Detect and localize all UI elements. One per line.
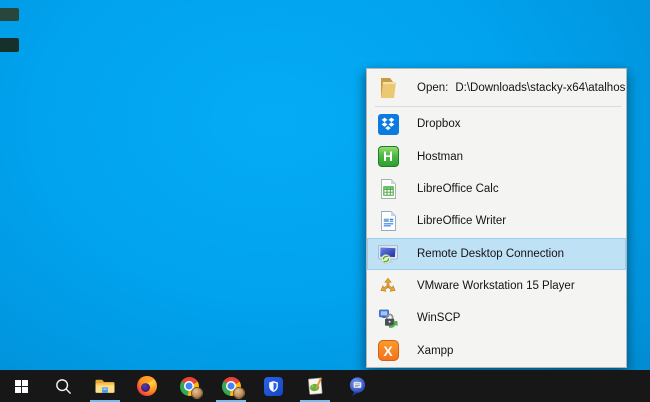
taskbar-chat-balloon-button[interactable]	[336, 370, 378, 402]
windows-start-icon	[13, 378, 30, 395]
taskbar-chrome-button-2[interactable]	[210, 370, 252, 402]
open-path: D:\Downloads\stacky-x64\atalhos	[455, 81, 626, 94]
open-label: Open:	[417, 81, 449, 94]
libreoffice-calc-icon	[376, 176, 400, 202]
menu-item-label: WinSCP	[417, 312, 461, 325]
taskbar-file-explorer-button[interactable]	[84, 370, 126, 402]
libreoffice-writer-icon	[376, 208, 400, 234]
search-icon	[54, 377, 73, 396]
remote-desktop-icon	[376, 241, 400, 267]
menu-item-label: LibreOffice Writer	[417, 215, 507, 228]
menu-item-label: VMware Workstation 15 Player	[417, 280, 575, 293]
menu-items: Dropbox H Hostman LibreOffice Calc Libre…	[367, 108, 626, 367]
taskbar-firefox-button[interactable]	[126, 370, 168, 402]
taskbar-start-button[interactable]	[0, 370, 42, 402]
chrome-profile-avatar	[191, 387, 203, 399]
menu-item-label: LibreOffice Calc	[417, 182, 499, 195]
menu-item-open-folder[interactable]: Open: D:\Downloads\stacky-x64\atalhos	[367, 69, 626, 106]
desktop: Open: D:\Downloads\stacky-x64\atalhos Dr…	[0, 0, 650, 402]
firefox-icon	[137, 376, 157, 396]
xampp-icon: X	[376, 338, 400, 364]
chat-balloon-icon	[347, 376, 368, 397]
desktop-icon-partial[interactable]	[0, 38, 19, 52]
taskbar-chrome-button-1[interactable]	[168, 370, 210, 402]
chrome-profile-avatar	[233, 387, 245, 399]
desktop-icon-partial[interactable]	[0, 8, 19, 21]
menu-item-label: Xampp	[417, 344, 454, 357]
taskbar-notepad-plus-plus-button[interactable]	[294, 370, 336, 402]
menu-item-libreoffice-writer[interactable]: LibreOffice Writer	[367, 205, 626, 237]
taskbar-bitwarden-button[interactable]	[252, 370, 294, 402]
open-folder-icon	[376, 75, 400, 101]
stacky-popup-menu: Open: D:\Downloads\stacky-x64\atalhos Dr…	[366, 68, 627, 368]
notepad-plus-plus-icon	[305, 376, 325, 396]
menu-item-dropbox[interactable]: Dropbox	[367, 108, 626, 140]
file-explorer-icon	[94, 376, 116, 396]
bitwarden-icon	[263, 376, 283, 396]
menu-item-remote-desktop-connection[interactable]: Remote Desktop Connection	[367, 237, 626, 270]
taskbar-search-button[interactable]	[42, 370, 84, 402]
taskbar	[0, 370, 650, 402]
menu-item-xampp[interactable]: X Xampp	[367, 335, 626, 367]
hostman-icon: H	[376, 144, 400, 170]
menu-item-label: Dropbox	[417, 118, 461, 131]
menu-item-libreoffice-calc[interactable]: LibreOffice Calc	[367, 173, 626, 205]
menu-item-hostman[interactable]: H Hostman	[367, 140, 626, 172]
winscp-icon	[376, 305, 400, 331]
menu-item-label: Hostman	[417, 150, 464, 163]
menu-item-winscp[interactable]: WinSCP	[367, 302, 626, 334]
menu-item-vmware-workstation[interactable]: VMware Workstation 15 Player	[367, 270, 626, 302]
vmware-icon	[376, 273, 400, 299]
dropbox-icon	[376, 111, 400, 137]
menu-item-label: Remote Desktop Connection	[417, 247, 565, 260]
